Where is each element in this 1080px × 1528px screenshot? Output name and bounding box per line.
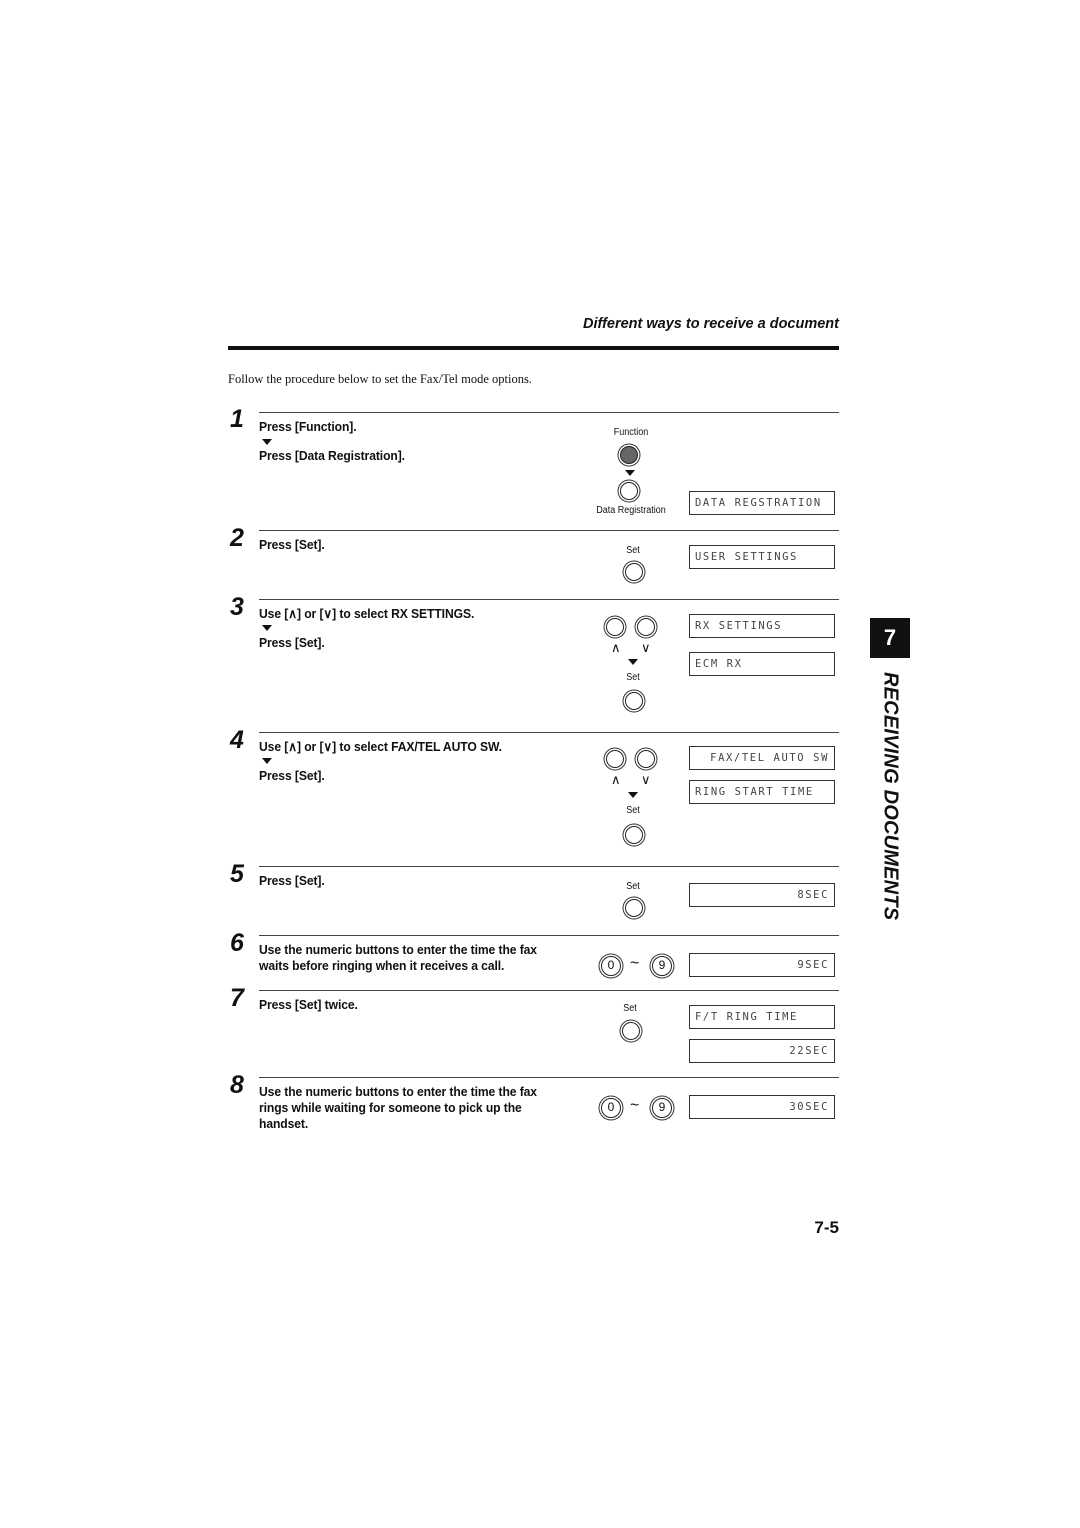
data-registration-button[interactable] [620,482,638,500]
header-rule [228,346,839,350]
step-divider [259,990,839,991]
chapter-tab: 7 [870,618,910,658]
set-button[interactable] [622,1022,640,1040]
range-tilde: ~ [630,1097,640,1114]
step-text: Press [Function]. [259,419,357,434]
step-text: Press [Set]. [259,635,325,650]
next-arrow-icon [262,439,272,445]
set-button[interactable] [625,826,643,844]
step-number: 8 [230,1071,244,1099]
step-number: 3 [230,593,244,621]
intro-text: Follow the procedure below to set the Fa… [228,372,532,386]
step-divider [259,530,839,531]
set-button-label: Set [626,881,640,892]
next-arrow-icon [625,470,635,476]
step-number: 4 [230,726,244,754]
down-arrow-label: ∨ [641,640,651,655]
set-button-label: Set [623,1003,637,1014]
lcd-display: F/T RING TIME [689,1005,835,1029]
step-number: 7 [230,984,244,1012]
up-button[interactable] [606,618,624,636]
data-registration-button-label: Data Registration [596,505,666,516]
up-arrow-label: ∧ [611,772,621,787]
step-text: Press [Set]. [259,873,325,888]
next-arrow-icon [262,758,272,764]
step-number: 5 [230,860,244,888]
step-text: Use [∧] or [∨] to select FAX/TEL AUTO SW… [259,739,502,754]
down-button[interactable] [637,618,655,636]
lcd-display: FAX/TEL AUTO SW [689,746,835,770]
step-text: handset. [259,1116,309,1131]
function-button-label: Function [613,427,649,438]
step-number: 1 [230,405,244,433]
lcd-display: 30SEC [689,1095,835,1119]
lcd-display: USER SETTINGS [689,545,835,569]
up-arrow-label: ∧ [611,640,621,655]
page-number: 7-5 [814,1218,839,1237]
step-text: Use the numeric buttons to enter the tim… [259,1084,537,1099]
set-button-label: Set [626,805,640,816]
down-button[interactable] [637,750,655,768]
next-arrow-icon [628,659,638,665]
step-number: 6 [230,929,244,957]
range-tilde: ~ [630,955,640,972]
down-arrow-label: ∨ [641,772,651,787]
lcd-display: ECM RX [689,652,835,676]
step-divider [259,412,839,413]
set-button[interactable] [625,692,643,710]
chapter-title-text: RECEIVING DOCUMENTS [879,672,902,921]
section-title: Different ways to receive a document [583,316,839,332]
numeric-button-0[interactable]: 0 [601,956,621,976]
next-arrow-icon [262,625,272,631]
chapter-title: RECEIVING DOCUMENTS [870,672,910,942]
step-divider [259,599,839,600]
step-text: Press [Set] twice. [259,997,358,1012]
set-button-label: Set [626,672,640,683]
step-divider [259,732,839,733]
set-button[interactable] [625,899,643,917]
step-divider [259,866,839,867]
lcd-display: 9SEC [689,953,835,977]
next-arrow-icon [628,792,638,798]
up-button[interactable] [606,750,624,768]
step-divider [259,935,839,936]
step-text: Press [Set]. [259,537,325,552]
step-text: Press [Set]. [259,768,325,783]
numeric-button-0[interactable]: 0 [601,1098,621,1118]
numeric-button-9[interactable]: 9 [652,1098,672,1118]
step-text: Use the numeric buttons to enter the tim… [259,942,537,957]
step-text: waits before ringing when it receives a … [259,958,505,973]
numeric-button-9[interactable]: 9 [652,956,672,976]
lcd-display: DATA REGSTRATION [689,491,835,515]
step-text: Use [∧] or [∨] to select RX SETTINGS. [259,606,475,621]
step-text: Press [Data Registration]. [259,448,405,463]
step-number: 2 [230,524,244,552]
lcd-display: 8SEC [689,883,835,907]
lcd-display: RX SETTINGS [689,614,835,638]
set-button[interactable] [625,563,643,581]
lcd-display: RING START TIME [689,780,835,804]
step-text: rings while waiting for someone to pick … [259,1100,522,1115]
set-button-label: Set [626,545,640,556]
function-button[interactable] [620,446,638,464]
step-divider [259,1077,839,1078]
lcd-display: 22SEC [689,1039,835,1063]
